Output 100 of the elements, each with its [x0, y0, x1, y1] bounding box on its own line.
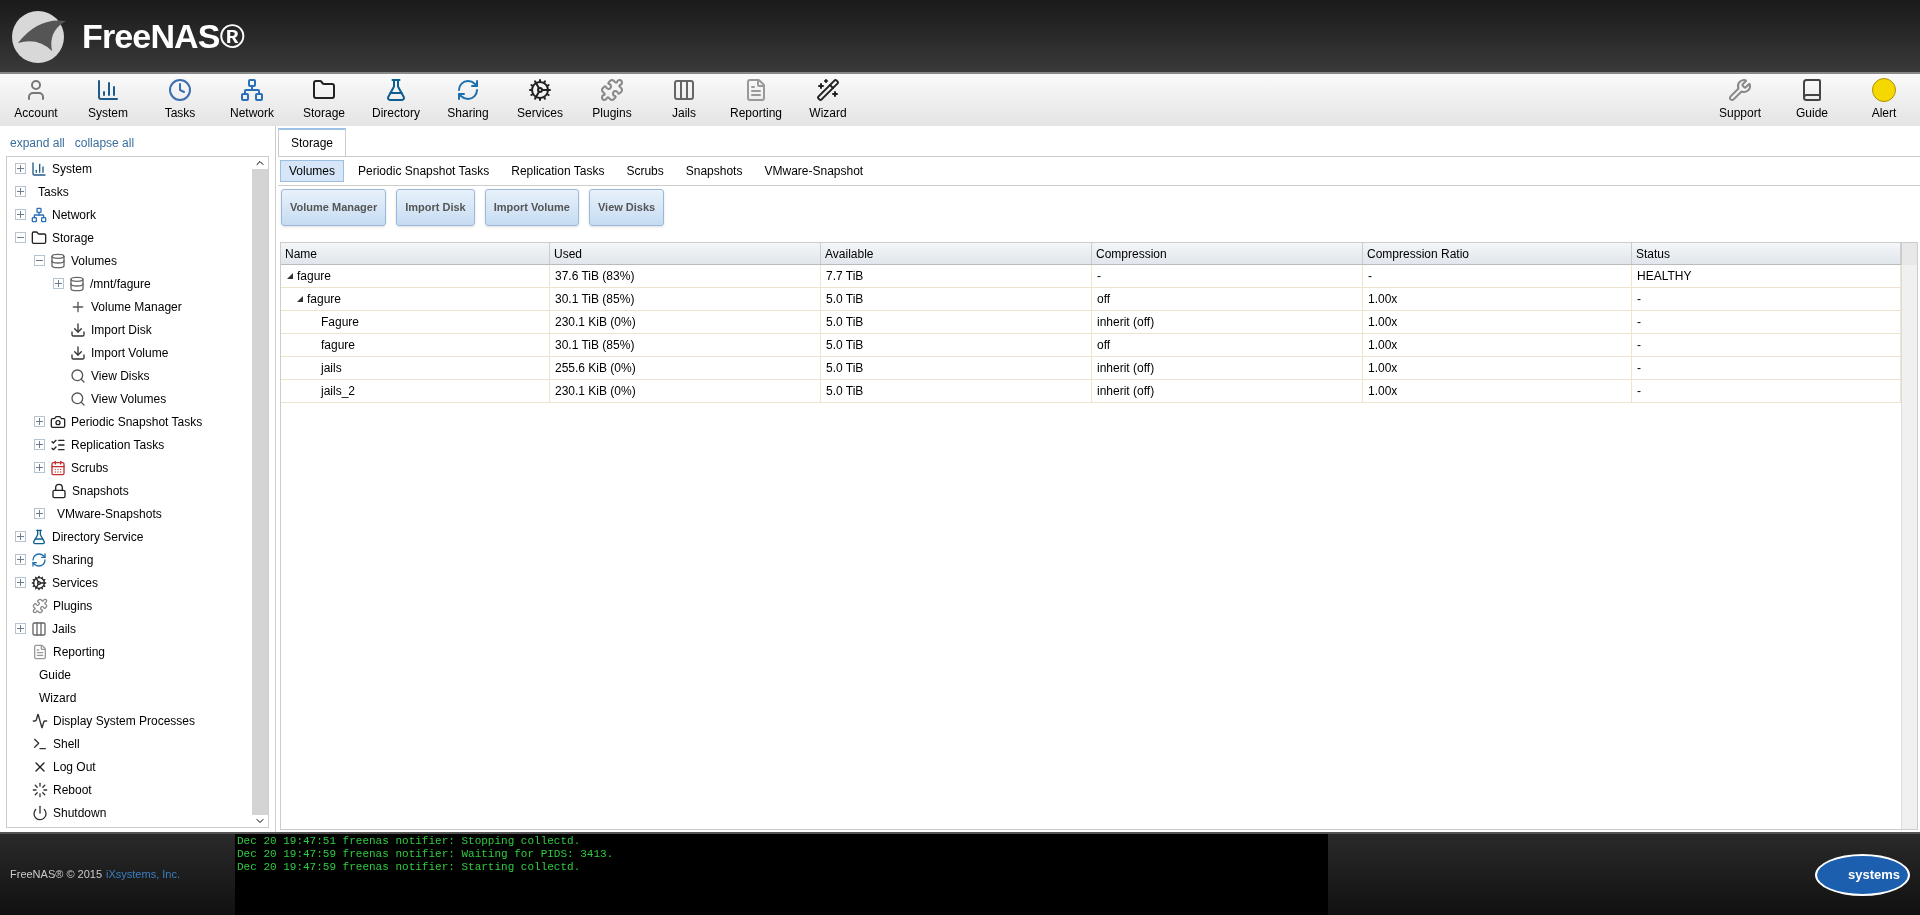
tree-link[interactable]: expand all [10, 134, 65, 152]
tree-item[interactable]: Volumes [71, 251, 118, 270]
toolbar-button[interactable]: Jails [648, 75, 720, 125]
column-header[interactable]: Compression Ratio [1363, 243, 1632, 264]
table-cell-text: 5.0 TiB [826, 337, 864, 354]
table-cell-text: - [1637, 360, 1641, 377]
scroll-up-icon[interactable] [252, 157, 268, 169]
tree-item[interactable]: Scrubs [71, 458, 109, 477]
table-row[interactable]: fagure 30.1 TiB (85%) 5.0 TiB off 1.00x - [281, 288, 1901, 311]
column-header[interactable]: Used [550, 243, 821, 264]
tree-item[interactable]: Reporting [53, 642, 106, 661]
action-button[interactable]: Import Disk [396, 189, 475, 226]
tab[interactable]: Snapshots [677, 160, 751, 182]
tree-item[interactable]: Snapshots [72, 481, 129, 500]
column-header[interactable]: Name [281, 243, 550, 264]
tree-item[interactable]: Services [52, 573, 98, 592]
table-cell-text: inherit (off) [1097, 314, 1155, 331]
collapse-toggle[interactable] [15, 232, 26, 243]
tab[interactable]: Scrubs [618, 160, 672, 182]
document-icon [744, 78, 768, 102]
tree-item[interactable]: Display System Processes [53, 711, 196, 730]
tab[interactable]: Storage [278, 128, 347, 156]
toolbar-button[interactable]: Account [0, 75, 72, 125]
tree-item[interactable]: /mnt/fagure [90, 274, 151, 293]
scrollbar[interactable] [252, 157, 268, 827]
tree-item[interactable]: Periodic Snapshot Tasks [71, 412, 203, 431]
tab[interactable]: Periodic Snapshot Tasks [350, 160, 498, 182]
tree-item[interactable]: Import Disk [91, 320, 152, 339]
table-cell-text: Fagure [321, 314, 360, 331]
company-link[interactable]: iXsystems, Inc. [106, 866, 180, 883]
tree-item[interactable]: Replication Tasks [71, 435, 165, 454]
tree-link[interactable]: collapse all [74, 134, 135, 152]
expand-toggle[interactable] [15, 163, 26, 174]
tree-item[interactable]: Tasks [38, 182, 69, 201]
tab[interactable]: Volumes [280, 160, 345, 182]
tree-item[interactable]: VMware-Snapshots [57, 504, 162, 523]
expand-toggle[interactable] [53, 278, 64, 289]
column-header[interactable]: Available [821, 243, 1092, 264]
network-icon [240, 78, 264, 102]
table-cell-text: - [1368, 268, 1372, 285]
expand-toggle[interactable] [15, 554, 26, 565]
toolbar-button[interactable]: Plugins [576, 75, 648, 125]
tree-item[interactable]: Log Out [53, 757, 96, 776]
table-row[interactable]: jails 255.6 KiB (0%) 5.0 TiB inherit (off) 1.00x - [281, 357, 1901, 380]
expand-toggle[interactable] [15, 209, 26, 220]
expand-toggle[interactable] [15, 531, 26, 542]
tree-item[interactable]: Guide [39, 665, 72, 684]
tree-item[interactable]: Jails [52, 619, 76, 638]
tree-item[interactable]: Storage [52, 228, 95, 247]
scroll-down-icon[interactable] [252, 815, 268, 827]
toolbar-button[interactable]: System [72, 75, 144, 125]
tab[interactable]: Replication Tasks [503, 160, 613, 182]
expand-toggle[interactable] [15, 186, 26, 197]
toolbar-button[interactable]: Network [216, 75, 288, 125]
toolbar-button[interactable]: Reporting [720, 75, 792, 125]
expand-toggle[interactable] [15, 577, 26, 588]
tree-item[interactable]: Reboot [53, 780, 92, 799]
toolbar-button[interactable]: Services [504, 75, 576, 125]
toolbar-button[interactable]: Tasks [144, 75, 216, 125]
expand-toggle[interactable] [34, 462, 45, 473]
tree-item[interactable]: System [52, 159, 92, 178]
action-button[interactable]: Import Volume [484, 189, 579, 226]
toolbar-button[interactable]: Guide [1776, 75, 1848, 125]
table-row[interactable]: fagure 37.6 TiB (83%) 7.7 TiB - - HEALTHY [281, 265, 1901, 288]
search-icon [70, 390, 86, 407]
expand-toggle[interactable] [34, 508, 45, 519]
toolbar-button[interactable]: Sharing [432, 75, 504, 125]
table-cell-text: 5.0 TiB [826, 291, 864, 308]
action-button[interactable]: View Disks [588, 189, 665, 226]
expand-toggle[interactable] [15, 623, 26, 634]
collapse-triangle-icon[interactable] [287, 273, 293, 279]
toolbar-button[interactable]: Directory [360, 75, 432, 125]
tab[interactable]: VMware-Snapshot [756, 160, 872, 182]
tree-item[interactable]: Directory Service [52, 527, 144, 546]
tree-item[interactable]: Plugins [53, 596, 93, 615]
column-header[interactable]: Compression [1092, 243, 1363, 264]
table-row[interactable]: fagure 30.1 TiB (85%) 5.0 TiB off 1.00x - [281, 334, 1901, 357]
toolbar-button[interactable]: Storage [288, 75, 360, 125]
tree-item[interactable]: Shutdown [53, 803, 107, 822]
tree-item[interactable]: Sharing [52, 550, 94, 569]
tree-item[interactable]: Shell [53, 734, 80, 753]
expand-toggle[interactable] [34, 416, 45, 427]
power-icon [32, 804, 48, 821]
tree-item[interactable]: Volume Manager [91, 297, 182, 316]
collapse-triangle-icon[interactable] [297, 296, 303, 302]
table-row[interactable]: jails_2 230.1 KiB (0%) 5.0 TiB inherit (off) 1.00x - [281, 380, 1901, 403]
tree-item[interactable]: Network [52, 205, 96, 224]
collapse-toggle[interactable] [34, 255, 45, 266]
toolbar-button[interactable]: Wizard [792, 75, 864, 125]
tree-item[interactable]: Wizard [39, 688, 77, 707]
tree-item[interactable]: Import Volume [91, 343, 169, 362]
action-button[interactable]: Volume Manager [281, 189, 387, 226]
toolbar-button[interactable]: Alert [1848, 75, 1920, 125]
logo-text: FreeNAS® [82, 15, 244, 57]
scrollbar[interactable] [1901, 265, 1917, 829]
tree-item[interactable]: View Disks [91, 366, 150, 385]
toolbar-button[interactable]: Support [1704, 75, 1776, 125]
tree-item[interactable]: View Volumes [91, 389, 167, 408]
table-row[interactable]: Fagure 230.1 KiB (0%) 5.0 TiB inherit (off) 1.00x - [281, 311, 1901, 334]
expand-toggle[interactable] [34, 439, 45, 450]
